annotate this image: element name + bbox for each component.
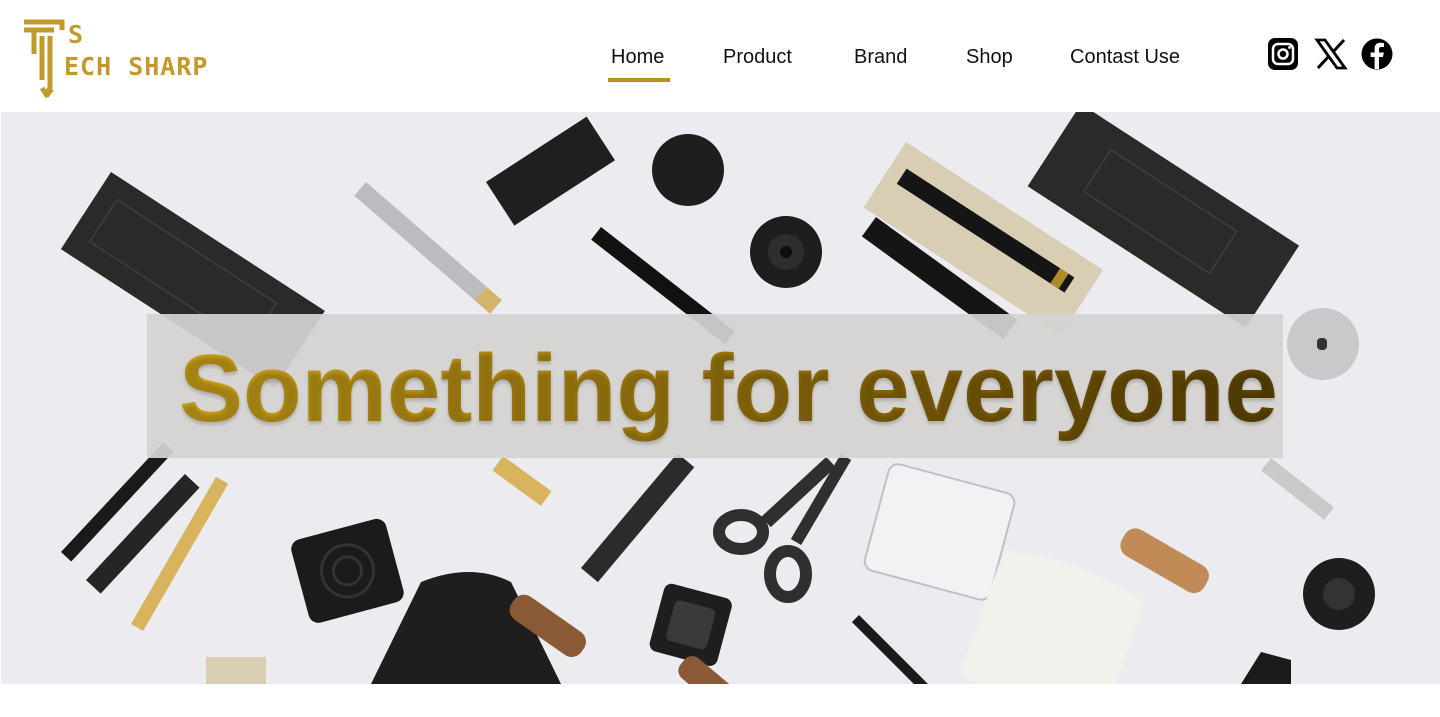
- active-nav-indicator: [608, 78, 670, 82]
- nav-home[interactable]: Home: [611, 46, 664, 69]
- nav-brand[interactable]: Brand: [854, 46, 907, 69]
- nav-shop[interactable]: Shop: [966, 46, 1013, 69]
- page-bottom-space: [0, 684, 1440, 717]
- nav-contact[interactable]: Contast Use: [1070, 46, 1180, 69]
- nav-product[interactable]: Product: [723, 46, 792, 69]
- x-twitter-icon[interactable]: [1314, 36, 1348, 72]
- site-header: S ECH SHARP Home Product Brand Shop Cont…: [0, 0, 1440, 112]
- hero-headline: Something for everyone: [179, 335, 1278, 442]
- instagram-icon[interactable]: [1266, 36, 1300, 72]
- logo-letter-s: S: [68, 20, 84, 49]
- hero-banner: Something for everyone: [1, 112, 1440, 684]
- facebook-icon[interactable]: [1360, 36, 1394, 72]
- main-nav: Home Product Brand Shop Contast Use: [0, 46, 1440, 86]
